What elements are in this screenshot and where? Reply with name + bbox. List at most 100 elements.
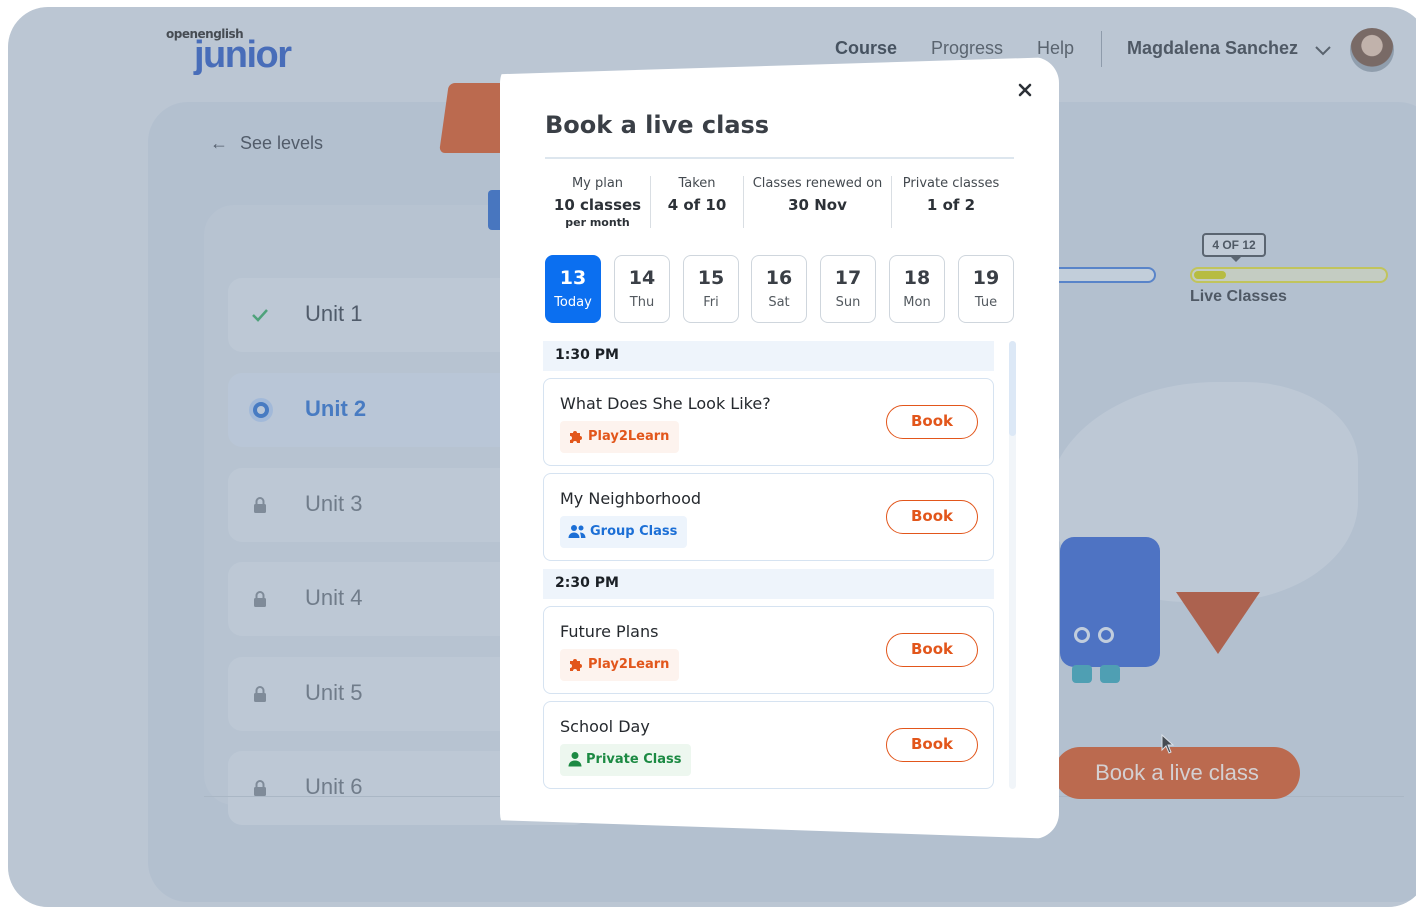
logo-big-text: junior	[194, 34, 292, 76]
cone-illustration	[1176, 592, 1260, 654]
day-15[interactable]: 15 Fri	[683, 255, 739, 323]
class-type-label: Play2Learn	[588, 657, 670, 672]
progress-count-badge: 4 OF 12	[1202, 233, 1266, 262]
book-button[interactable]: Book	[886, 405, 978, 439]
stat-my-plan: My plan 10 classes per month	[545, 174, 650, 229]
nav-divider	[1101, 31, 1102, 67]
scrollbar[interactable]	[1009, 341, 1016, 789]
day-17[interactable]: 17 Sun	[820, 255, 876, 323]
book-button[interactable]: Book	[886, 728, 978, 762]
stat-label: Private classes	[902, 176, 1000, 191]
day-number: 18	[903, 267, 931, 289]
class-type-label: Group Class	[590, 524, 678, 539]
nav-course[interactable]: Course	[835, 38, 897, 59]
modal-title: Book a live class	[545, 111, 770, 139]
open-english-junior-logo[interactable]: openenglish junior	[166, 23, 306, 83]
class-list[interactable]: 1:30 PM What Does She Look Like? Play2Le…	[543, 341, 995, 791]
day-name: Today	[554, 295, 592, 310]
unit-label: Unit 4	[305, 585, 363, 610]
day-number: 14	[628, 267, 656, 289]
stat-value: 10 classes	[553, 196, 642, 214]
unit-label: Unit 5	[305, 680, 363, 705]
time-slot-header: 2:30 PM	[543, 569, 994, 599]
unit-label: Unit 3	[305, 491, 363, 516]
current-unit-icon	[249, 398, 273, 422]
day-name: Sun	[835, 295, 861, 310]
book-button[interactable]: Book	[886, 633, 978, 667]
stat-sub: per month	[565, 216, 630, 229]
day-16[interactable]: 16 Sat	[751, 255, 807, 323]
day-14[interactable]: 14 Thu	[614, 255, 670, 323]
unit-label: Unit 1	[305, 301, 363, 326]
stat-value: 4 of 10	[667, 196, 727, 214]
time-slot-header: 1:30 PM	[543, 341, 994, 371]
class-type-tag: Play2Learn	[560, 649, 680, 681]
lock-icon	[254, 497, 266, 513]
class-card: My Neighborhood Group Class Book	[543, 473, 994, 561]
day-name: Tue	[974, 295, 998, 310]
robot-eye	[1074, 627, 1090, 643]
class-type-label: Play2Learn	[588, 429, 670, 444]
robot-foot	[1100, 665, 1120, 683]
progress-bar-live-classes	[1190, 267, 1388, 283]
robot-illustration	[1060, 537, 1160, 683]
class-card: Future Plans Play2Learn Book	[543, 606, 994, 694]
day-name: Mon	[903, 295, 931, 310]
class-card: School Day Private Class Book	[543, 701, 994, 789]
nav-progress[interactable]: Progress	[931, 38, 1003, 59]
robot-eye	[1098, 627, 1114, 643]
see-levels-label: See levels	[240, 133, 324, 153]
stat-label: My plan	[571, 176, 624, 191]
day-number: 15	[697, 267, 725, 289]
live-classes-label: Live Classes	[1190, 288, 1287, 305]
progress-fill	[1194, 271, 1227, 279]
class-type-label: Private Class	[586, 752, 682, 767]
lock-icon	[254, 686, 266, 702]
day-number: 16	[765, 267, 793, 289]
see-levels-link[interactable]: ← See levels	[210, 133, 323, 154]
puzzle-icon	[570, 430, 582, 443]
modal-divider	[545, 157, 1014, 159]
lock-icon	[254, 780, 266, 796]
plan-stats: My plan 10 classes per month Taken 4 of …	[545, 174, 1014, 234]
stat-value: 1 of 2	[926, 196, 976, 214]
close-icon[interactable]	[1015, 80, 1035, 100]
class-type-tag: Play2Learn	[560, 421, 680, 453]
puzzle-icon	[570, 658, 582, 671]
stat-value: 30 Nov	[788, 196, 847, 214]
chevron-down-icon[interactable]	[1313, 41, 1333, 61]
lock-icon	[254, 591, 266, 607]
day-name: Thu	[629, 295, 655, 310]
stat-label: Taken	[678, 176, 716, 191]
nav-help[interactable]: Help	[1037, 38, 1074, 59]
group-icon	[568, 524, 586, 538]
class-type-tag: Group Class	[560, 516, 688, 548]
robot-foot	[1072, 665, 1092, 683]
day-19[interactable]: 19 Tue	[958, 255, 1014, 323]
day-selector: 13 Today 14 Thu 15 Fri 16 Sat 17 Sun 18 Mon 19…	[545, 255, 1014, 323]
stat-private: Private classes 1 of 2	[892, 174, 1010, 214]
book-live-class-button[interactable]: Book a live class	[1054, 747, 1300, 799]
class-title: My Neighborhood	[560, 489, 702, 508]
user-name[interactable]: Magdalena Sanchez	[1127, 38, 1298, 59]
day-number: 19	[972, 267, 1000, 289]
avatar[interactable]	[1350, 28, 1394, 72]
class-card: What Does She Look Like? Play2Learn Book	[543, 378, 994, 466]
check-icon	[252, 309, 268, 322]
day-name: Sat	[768, 295, 790, 310]
stat-renewed: Classes renewed on 30 Nov	[744, 174, 891, 214]
class-title: Future Plans	[560, 622, 659, 641]
stat-label: Classes renewed on	[752, 176, 883, 191]
scrollbar-thumb[interactable]	[1009, 341, 1016, 436]
day-name: Fri	[703, 295, 719, 310]
day-13[interactable]: 13 Today	[545, 255, 601, 323]
day-number: 13	[559, 267, 587, 289]
mouse-cursor-icon	[1161, 734, 1175, 754]
day-number: 17	[834, 267, 862, 289]
person-icon	[568, 751, 582, 766]
day-18[interactable]: 18 Mon	[889, 255, 945, 323]
book-class-modal: Book a live class My plan 10 classes per…	[500, 57, 1059, 839]
unit-label: Unit 2	[305, 396, 367, 421]
stat-taken: Taken 4 of 10	[651, 174, 743, 214]
book-button[interactable]: Book	[886, 500, 978, 534]
